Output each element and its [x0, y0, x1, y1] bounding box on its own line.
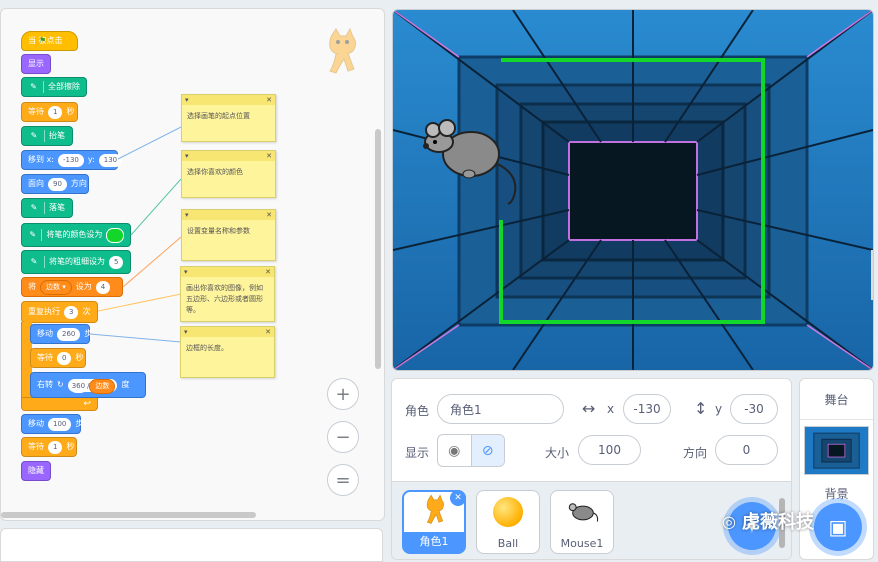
comment-text: 设置变量名称和参数 [187, 227, 250, 235]
sprite-tile-name: Mouse1 [560, 537, 604, 550]
comment-text: 选择画笔的起点位置 [187, 112, 250, 120]
size-input[interactable]: 100 [578, 435, 641, 465]
stage-canvas[interactable] [393, 10, 873, 370]
tunnel-icon [813, 432, 860, 469]
x-label: x [607, 402, 615, 416]
zoom-in-button[interactable]: + [327, 378, 359, 410]
size-label: 大小 [545, 446, 570, 460]
comment-text: 画出你喜欢的图像，例如五边形、六边形或者圆形等。 [186, 284, 263, 314]
stage-title: 舞台 [800, 379, 873, 420]
sprite-tile-name: Ball [497, 537, 519, 550]
watermark: ◎ 虎薇科技 [722, 508, 814, 534]
eye-icon[interactable]: ◉ [438, 435, 472, 466]
size-value: 100 [598, 443, 621, 457]
wechat-icon: ◎ [722, 511, 736, 531]
sprite-thumbnail [322, 27, 362, 77]
zoom-reset-icon: = [335, 469, 351, 491]
collapse-icon[interactable]: ▾ [184, 268, 188, 276]
code-area[interactable]: 当 被点击 ⚑ 显示 ✎ 全部擦除 等待 1 秒 ✎ 抬笔 移到 x: -130 y: 130 … [0, 8, 385, 521]
close-icon[interactable]: ✕ [265, 268, 271, 276]
bottom-panel [0, 528, 383, 562]
visibility-toggle[interactable]: ◉ ⊘ [437, 434, 505, 467]
comment-text: 边框的长度。 [186, 344, 228, 352]
close-icon[interactable]: ✕ [265, 328, 271, 336]
comment-note[interactable]: ▾ ✕ 选择画笔的起点位置 [181, 94, 276, 142]
sprite-tile-name: 角色1 [404, 532, 464, 552]
horizontal-scrollbar[interactable] [1, 512, 256, 518]
watermark-text: 虎薇科技 [741, 512, 814, 533]
sprite-name-value: 角色1 [450, 402, 482, 417]
horizontal-arrows-icon: ↔ [582, 399, 596, 418]
zoom-reset-button[interactable]: = [327, 464, 359, 496]
close-icon[interactable]: ✕ [266, 211, 272, 219]
zoom-out-icon: − [335, 426, 351, 448]
y-label: y [715, 402, 723, 416]
stage-edge [871, 250, 873, 300]
collapse-icon[interactable]: ▾ [184, 328, 188, 336]
delete-sprite-icon[interactable]: ✕ [450, 490, 466, 506]
cat-icon [329, 27, 356, 74]
y-input[interactable]: -30 [730, 394, 778, 424]
collapse-icon[interactable]: ▾ [185, 96, 189, 104]
stage[interactable] [392, 9, 874, 371]
zoom-out-button[interactable]: − [327, 421, 359, 453]
sprite-tile-mouse[interactable]: Mouse1 [550, 490, 614, 554]
close-icon[interactable]: ✕ [266, 96, 272, 104]
vertical-arrows-icon: ↕ [694, 399, 708, 418]
comment-note[interactable]: ▾ ✕ 边框的长度。 [180, 326, 275, 378]
ball-icon [493, 497, 523, 527]
direction-label: 方向 [683, 446, 708, 460]
direction-value: 0 [742, 443, 751, 457]
sprite-label: 角色 [405, 404, 430, 418]
comment-text: 选择你喜欢的颜色 [187, 168, 243, 176]
sprite-tile-cat[interactable]: ✕ 角色1 [402, 490, 466, 554]
eye-hidden-icon[interactable]: ⊘ [471, 435, 504, 466]
cat-icon [426, 494, 444, 524]
zoom-in-icon: + [335, 383, 351, 405]
collapse-icon[interactable]: ▾ [185, 211, 189, 219]
comment-note[interactable]: ▾ ✕ 画出你喜欢的图像，例如五边形、六边形或者圆形等。 [180, 266, 275, 322]
image-plus-icon: ▣ [828, 515, 848, 539]
mouse-icon [568, 503, 599, 522]
comment-note[interactable]: ▾ ✕ 设置变量名称和参数 [181, 209, 276, 261]
direction-input[interactable]: 0 [715, 435, 778, 465]
x-value: -130 [633, 402, 661, 416]
backdrop-label: 背景 [824, 487, 849, 501]
y-value: -30 [744, 402, 764, 416]
add-backdrop-button[interactable]: ▣ [814, 503, 862, 551]
close-icon[interactable]: ✕ [266, 152, 272, 160]
sprite-tile-ball[interactable]: Ball [476, 490, 540, 554]
show-label: 显示 [405, 446, 430, 460]
comment-connectors [89, 126, 182, 343]
x-input[interactable]: -130 [623, 394, 671, 424]
comment-note[interactable]: ▾ ✕ 选择你喜欢的颜色 [181, 150, 276, 198]
vertical-scrollbar[interactable] [375, 129, 381, 369]
collapse-icon[interactable]: ▾ [185, 152, 189, 160]
backdrop-thumbnail[interactable] [804, 426, 869, 475]
sprite-name-input[interactable]: 角色1 [437, 394, 564, 424]
